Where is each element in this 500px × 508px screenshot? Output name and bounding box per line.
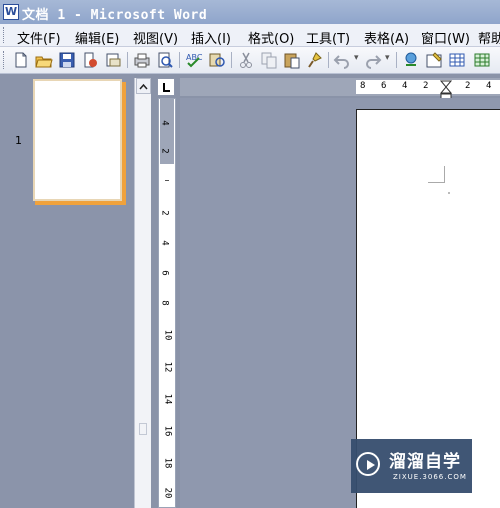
format-painter-icon[interactable] (306, 51, 324, 69)
ruler-label: 4 (159, 120, 170, 126)
watermark-title: 溜溜自学 (389, 452, 461, 472)
standard-toolbar: ABC ▾ ▾ (0, 47, 500, 74)
thumbnail-page-number: 1 (15, 134, 22, 147)
save-icon[interactable] (58, 51, 76, 69)
hyperlink-icon[interactable] (402, 51, 420, 69)
tab-selector[interactable] (157, 78, 175, 96)
ruler-label: 12 (162, 361, 173, 373)
copy-icon[interactable] (260, 51, 278, 69)
indent-marker-icon[interactable] (440, 80, 452, 100)
svg-text:ABC: ABC (186, 53, 203, 62)
new-document-icon[interactable] (12, 51, 30, 69)
margin-corner-mark (428, 166, 445, 183)
open-folder-icon[interactable] (35, 51, 53, 69)
menu-insert[interactable]: 插入(I) (191, 28, 231, 47)
menu-edit[interactable]: 编辑(E) (75, 28, 119, 47)
ruler-label: 4 (159, 240, 170, 246)
menu-format[interactable]: 格式(O) (248, 28, 294, 47)
play-logo-icon (356, 452, 380, 476)
menu-bar: 文件(F) 编辑(E) 视图(V) 插入(I) 格式(O) 工具(T) 表格(A… (0, 24, 500, 47)
insert-table-icon[interactable] (448, 51, 466, 69)
undo-icon[interactable] (333, 51, 351, 69)
ruler-label: 8 (360, 81, 366, 91)
ruler-label: 2 (159, 148, 170, 154)
toolbar-separator (127, 52, 128, 68)
ruler-label: 4 (486, 81, 492, 91)
title-bar: W 文档 1 - Microsoft Word (0, 0, 500, 24)
menu-table[interactable]: 表格(A) (364, 28, 409, 47)
redo-dropdown-arrow[interactable]: ▾ (385, 53, 390, 63)
vertical-ruler-margin (160, 98, 174, 164)
scrollbar-thumb[interactable] (139, 423, 147, 435)
research-icon[interactable] (208, 51, 226, 69)
ruler-label: 10 (162, 329, 173, 341)
print-icon[interactable] (133, 51, 151, 69)
word-doc-icon[interactable]: W (3, 4, 19, 20)
cut-icon[interactable] (237, 51, 255, 69)
ruler-label: 8 (159, 300, 170, 306)
toolbar-separator (328, 52, 329, 68)
watermark: 溜溜自学 ZIXUE.3066.COM (351, 439, 472, 493)
ruler-label: 14 (162, 393, 173, 405)
text-cursor (448, 192, 450, 194)
toolbar-separator (396, 52, 397, 68)
menubar-grip[interactable] (3, 27, 6, 43)
ruler-label: 2 (159, 210, 170, 216)
ruler-label: 6 (381, 81, 387, 91)
page-thumbnail[interactable] (33, 79, 122, 201)
ruler-label: 6 (159, 270, 170, 276)
toolbar-grip[interactable] (3, 51, 6, 69)
print-preview-icon[interactable] (156, 51, 174, 69)
toolbar-separator (179, 52, 180, 68)
insert-excel-icon[interactable] (473, 51, 491, 69)
ruler-label: 4 (402, 81, 408, 91)
watermark-url: ZIXUE.3066.COM (393, 473, 467, 481)
thumbnails-scrollbar[interactable] (134, 78, 151, 508)
paste-icon[interactable] (283, 51, 301, 69)
scroll-up-button[interactable] (136, 78, 151, 94)
redo-icon[interactable] (364, 51, 382, 69)
menu-tools[interactable]: 工具(T) (306, 28, 350, 47)
menu-window[interactable]: 窗口(W) (421, 28, 470, 47)
ruler-label: 2 (465, 81, 471, 91)
undo-dropdown-arrow[interactable]: ▾ (354, 53, 359, 63)
email-icon[interactable] (104, 51, 122, 69)
left-tab-icon (163, 83, 170, 92)
tables-borders-icon[interactable] (425, 51, 443, 69)
ruler-label: 20 (162, 487, 173, 499)
menu-help[interactable]: 帮助 (478, 28, 500, 47)
ruler-tick (165, 180, 169, 181)
ruler-label: 16 (162, 425, 173, 437)
ruler-label: 18 (162, 457, 173, 469)
chevron-up-icon (139, 83, 148, 90)
menu-file[interactable]: 文件(F) (17, 28, 61, 47)
permission-icon[interactable] (81, 51, 99, 69)
menu-view[interactable]: 视图(V) (133, 28, 178, 47)
toolbar-separator (231, 52, 232, 68)
spelling-icon[interactable]: ABC (185, 51, 203, 69)
window-title: 文档 1 - Microsoft Word (22, 8, 208, 23)
ruler-label: 2 (423, 81, 429, 91)
